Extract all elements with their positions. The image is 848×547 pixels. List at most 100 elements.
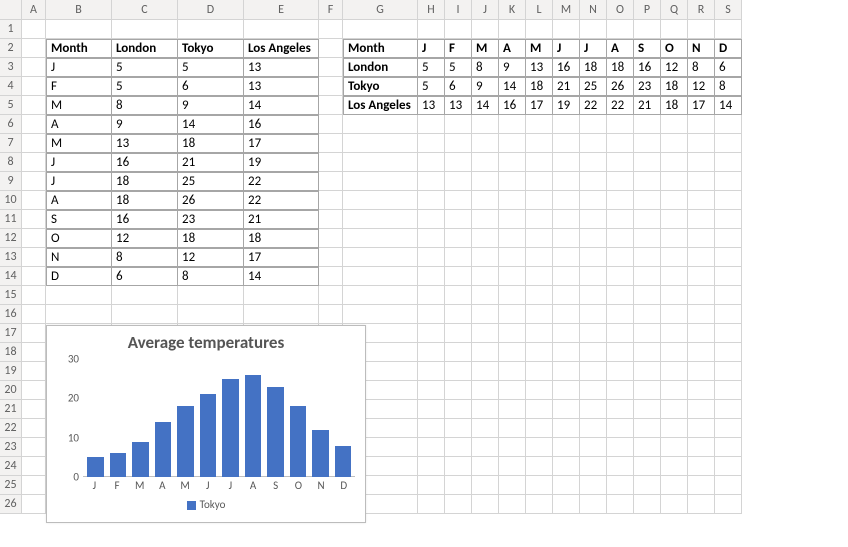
row-header[interactable]: 13 (0, 248, 22, 267)
cell[interactable] (22, 438, 46, 457)
cell[interactable] (472, 419, 499, 438)
cell[interactable] (634, 495, 661, 514)
cell[interactable] (634, 381, 661, 400)
cell[interactable] (661, 305, 688, 324)
cell[interactable] (22, 229, 46, 248)
cell[interactable]: 25 (178, 172, 244, 191)
cell[interactable] (499, 248, 526, 267)
cell[interactable] (688, 286, 715, 305)
cell[interactable]: 8 (715, 77, 742, 96)
cell[interactable] (445, 115, 472, 134)
cell[interactable] (688, 267, 715, 286)
cell[interactable] (499, 286, 526, 305)
cell[interactable]: Los Angeles (244, 39, 319, 58)
cell[interactable] (445, 134, 472, 153)
column-header[interactable]: B (46, 0, 112, 20)
cell[interactable] (22, 305, 46, 324)
cell[interactable] (634, 419, 661, 438)
cell[interactable]: D (46, 267, 112, 286)
cell[interactable] (607, 248, 634, 267)
cell[interactable] (418, 438, 445, 457)
cell[interactable] (580, 210, 607, 229)
cell[interactable] (580, 438, 607, 457)
cell[interactable]: 9 (112, 115, 178, 134)
cell[interactable] (22, 191, 46, 210)
cell[interactable] (445, 210, 472, 229)
cell[interactable] (580, 267, 607, 286)
cell[interactable] (634, 343, 661, 362)
row-header[interactable]: 17 (0, 324, 22, 343)
cell[interactable] (661, 324, 688, 343)
cell[interactable]: 5 (112, 58, 178, 77)
cell[interactable] (418, 381, 445, 400)
cell[interactable] (472, 20, 499, 39)
cell[interactable] (472, 343, 499, 362)
cell[interactable] (661, 248, 688, 267)
cell[interactable]: A (46, 115, 112, 134)
cell[interactable] (499, 476, 526, 495)
cell[interactable] (715, 267, 742, 286)
cell[interactable] (418, 324, 445, 343)
cell[interactable] (499, 381, 526, 400)
cell[interactable]: 8 (112, 96, 178, 115)
cell[interactable] (553, 229, 580, 248)
cell[interactable] (553, 286, 580, 305)
cell[interactable]: 17 (244, 134, 319, 153)
cell[interactable] (445, 172, 472, 191)
cell[interactable] (472, 286, 499, 305)
cell[interactable] (580, 172, 607, 191)
cell[interactable]: 18 (244, 229, 319, 248)
column-header[interactable]: I (445, 0, 472, 20)
cell[interactable]: 8 (178, 267, 244, 286)
cell[interactable] (472, 134, 499, 153)
cell[interactable] (715, 400, 742, 419)
cell[interactable] (319, 191, 343, 210)
cell[interactable] (526, 305, 553, 324)
cell[interactable] (445, 20, 472, 39)
cell[interactable]: 22 (244, 191, 319, 210)
cell[interactable] (715, 362, 742, 381)
cell[interactable] (715, 457, 742, 476)
cell[interactable]: 13 (244, 77, 319, 96)
cell[interactable] (22, 96, 46, 115)
cell[interactable] (499, 20, 526, 39)
cell[interactable] (580, 362, 607, 381)
cell[interactable]: 5 (445, 58, 472, 77)
cell[interactable] (472, 305, 499, 324)
cell[interactable] (418, 495, 445, 514)
cell[interactable] (553, 419, 580, 438)
cell[interactable] (688, 400, 715, 419)
cell[interactable] (46, 305, 112, 324)
cell[interactable] (499, 343, 526, 362)
cell[interactable] (112, 20, 178, 39)
cell[interactable] (634, 210, 661, 229)
cell[interactable] (499, 438, 526, 457)
row-header[interactable]: 22 (0, 419, 22, 438)
cell[interactable] (607, 305, 634, 324)
cell[interactable] (607, 476, 634, 495)
cell[interactable] (553, 343, 580, 362)
cell[interactable] (688, 362, 715, 381)
column-header[interactable]: O (607, 0, 634, 20)
select-all-corner[interactable] (0, 0, 22, 20)
cell[interactable]: 21 (244, 210, 319, 229)
cell[interactable]: A (499, 39, 526, 58)
column-header[interactable]: F (319, 0, 343, 20)
cell[interactable] (661, 286, 688, 305)
row-header[interactable]: 9 (0, 172, 22, 191)
cell[interactable] (445, 248, 472, 267)
cell[interactable] (22, 248, 46, 267)
cell[interactable] (607, 115, 634, 134)
cell[interactable]: D (715, 39, 742, 58)
cell[interactable] (244, 286, 319, 305)
cell[interactable] (499, 324, 526, 343)
cell[interactable] (418, 305, 445, 324)
cell[interactable] (418, 153, 445, 172)
cell[interactable] (607, 210, 634, 229)
cell[interactable] (607, 362, 634, 381)
cell[interactable] (688, 172, 715, 191)
column-header[interactable]: Q (661, 0, 688, 20)
cell[interactable] (661, 20, 688, 39)
cell[interactable] (634, 248, 661, 267)
cell[interactable] (472, 229, 499, 248)
